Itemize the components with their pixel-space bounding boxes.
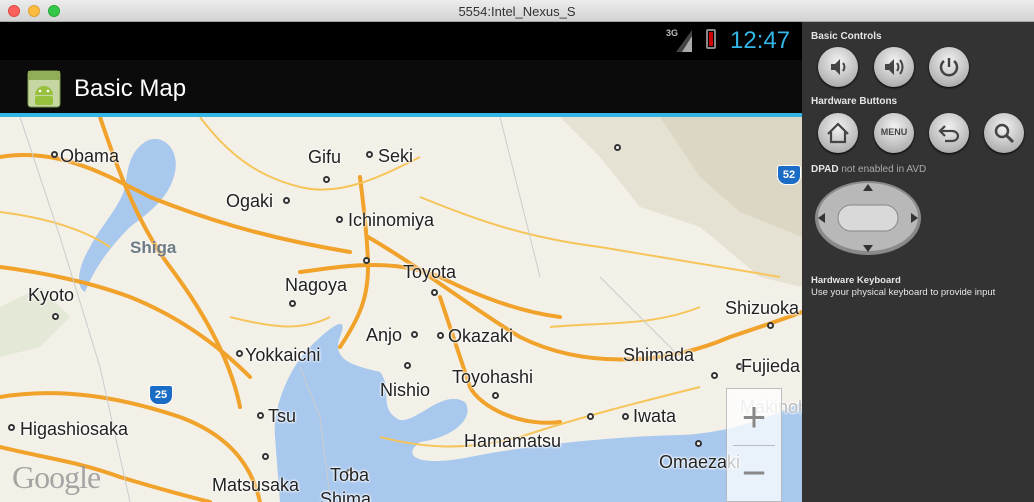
city-label: Toyohashi: [452, 367, 534, 387]
dpad-note: not enabled in AVD: [841, 164, 927, 175]
city-marker: [622, 413, 629, 420]
zoom-in-button[interactable]: +: [727, 391, 781, 445]
city-marker: [52, 313, 59, 320]
city-marker: [363, 257, 370, 264]
city-label: Ichinomiya: [348, 210, 435, 230]
city-marker: [8, 424, 15, 431]
power-icon: [939, 58, 959, 77]
city-marker: [323, 176, 330, 183]
map-tiles: [0, 117, 802, 502]
city-label: Fujieda: [741, 356, 801, 376]
highway-shield: 25: [149, 385, 173, 405]
power-button[interactable]: [929, 47, 969, 87]
emulator-screen: 3G 12:47 Basic Map Shiga 52 25 Obama Gif…: [0, 22, 802, 502]
city-marker: [366, 151, 373, 158]
city-marker: [614, 144, 621, 151]
status-clock: 12:47: [730, 27, 791, 54]
dpad-heading-label: DPAD: [811, 164, 839, 175]
city-label: Hamamatsu: [464, 431, 562, 451]
city-marker: [289, 300, 296, 307]
menu-button-label: MENU: [880, 127, 908, 137]
hardware-keyboard-note: Use your physical keyboard to provide in…: [811, 287, 996, 298]
city-label: Higashiosaka: [20, 419, 129, 439]
city-marker: [257, 412, 264, 419]
battery-alert-icon: [706, 29, 716, 49]
highway-shield: 52: [777, 165, 801, 185]
window-title: 5554:Intel_Nexus_S: [458, 4, 576, 19]
city-marker: [262, 453, 269, 460]
city-label: Iwata: [633, 406, 677, 426]
city-label: Toba: [330, 465, 370, 485]
city-marker: [336, 216, 343, 223]
city-label: Anjo: [366, 325, 403, 345]
city-marker: [283, 197, 290, 204]
city-label: Kyoto: [28, 285, 75, 305]
dpad-heading: DPAD not enabled in AVD: [811, 164, 926, 175]
zoom-controls: + −: [726, 388, 782, 502]
city-marker: [711, 372, 718, 379]
android-app-icon[interactable]: [26, 69, 62, 109]
city-label: Tsu: [268, 406, 297, 426]
hardware-keyboard-heading: Hardware Keyboard: [811, 275, 901, 286]
volume-up-button[interactable]: [874, 47, 914, 87]
city-marker: [437, 332, 444, 339]
hardware-keyboard-info: Hardware Keyboard Use your physical keyb…: [811, 275, 995, 299]
status-bar: 3G 12:47: [0, 22, 802, 60]
action-bar: Basic Map: [0, 60, 802, 117]
city-marker: [695, 440, 702, 447]
search-button[interactable]: [984, 113, 1024, 153]
city-label: Nishio: [380, 380, 431, 400]
window-title-bar: 5554:Intel_Nexus_S: [0, 0, 1034, 22]
dpad-control[interactable]: [814, 180, 922, 256]
volume-down-icon: [831, 59, 846, 75]
volume-down-button[interactable]: [818, 47, 858, 87]
city-label: Shimada: [623, 345, 695, 365]
google-logo: Google: [12, 459, 101, 495]
zoom-divider: [733, 445, 775, 446]
map-view[interactable]: Shiga 52 25 Obama Gifu Seki Ogaki Ichino…: [0, 117, 802, 502]
city-marker: [492, 392, 499, 399]
hardware-buttons-heading: Hardware Buttons: [811, 96, 898, 107]
city-label: Seki: [378, 146, 414, 166]
basic-controls-heading: Basic Controls: [811, 31, 882, 42]
city-marker: [404, 362, 411, 369]
city-label: Shima: [320, 489, 372, 502]
volume-up-icon: [885, 59, 904, 75]
city-marker: [51, 151, 58, 158]
city-marker: [431, 289, 438, 296]
city-label: Okazaki: [448, 326, 514, 346]
city-label: Obama: [60, 146, 120, 166]
action-bar-title: Basic Map: [74, 75, 187, 102]
city-label: Nagoya: [285, 275, 348, 295]
back-button[interactable]: [929, 113, 969, 153]
menu-button[interactable]: MENU: [874, 113, 914, 153]
home-icon: [827, 122, 849, 144]
city-marker: [767, 322, 774, 329]
emulator-control-panel: Basic Controls Hardware Buttons MENU DPA…: [802, 22, 1034, 502]
city-label: Shizuoka: [725, 298, 800, 318]
city-marker: [236, 350, 243, 357]
signal-icon: [676, 30, 692, 52]
city-marker: [411, 331, 418, 338]
city-marker: [587, 413, 594, 420]
zoom-out-button[interactable]: −: [727, 447, 781, 501]
city-label: Ogaki: [226, 191, 274, 211]
city-label: Toyota: [403, 262, 457, 282]
city-label: Matsusaka: [212, 475, 300, 495]
region-label: Shiga: [130, 238, 177, 257]
home-button[interactable]: [818, 113, 858, 153]
search-icon: [994, 123, 1015, 144]
back-icon: [938, 125, 960, 143]
city-label: Yokkaichi: [245, 345, 321, 365]
city-label: Gifu: [308, 147, 342, 167]
